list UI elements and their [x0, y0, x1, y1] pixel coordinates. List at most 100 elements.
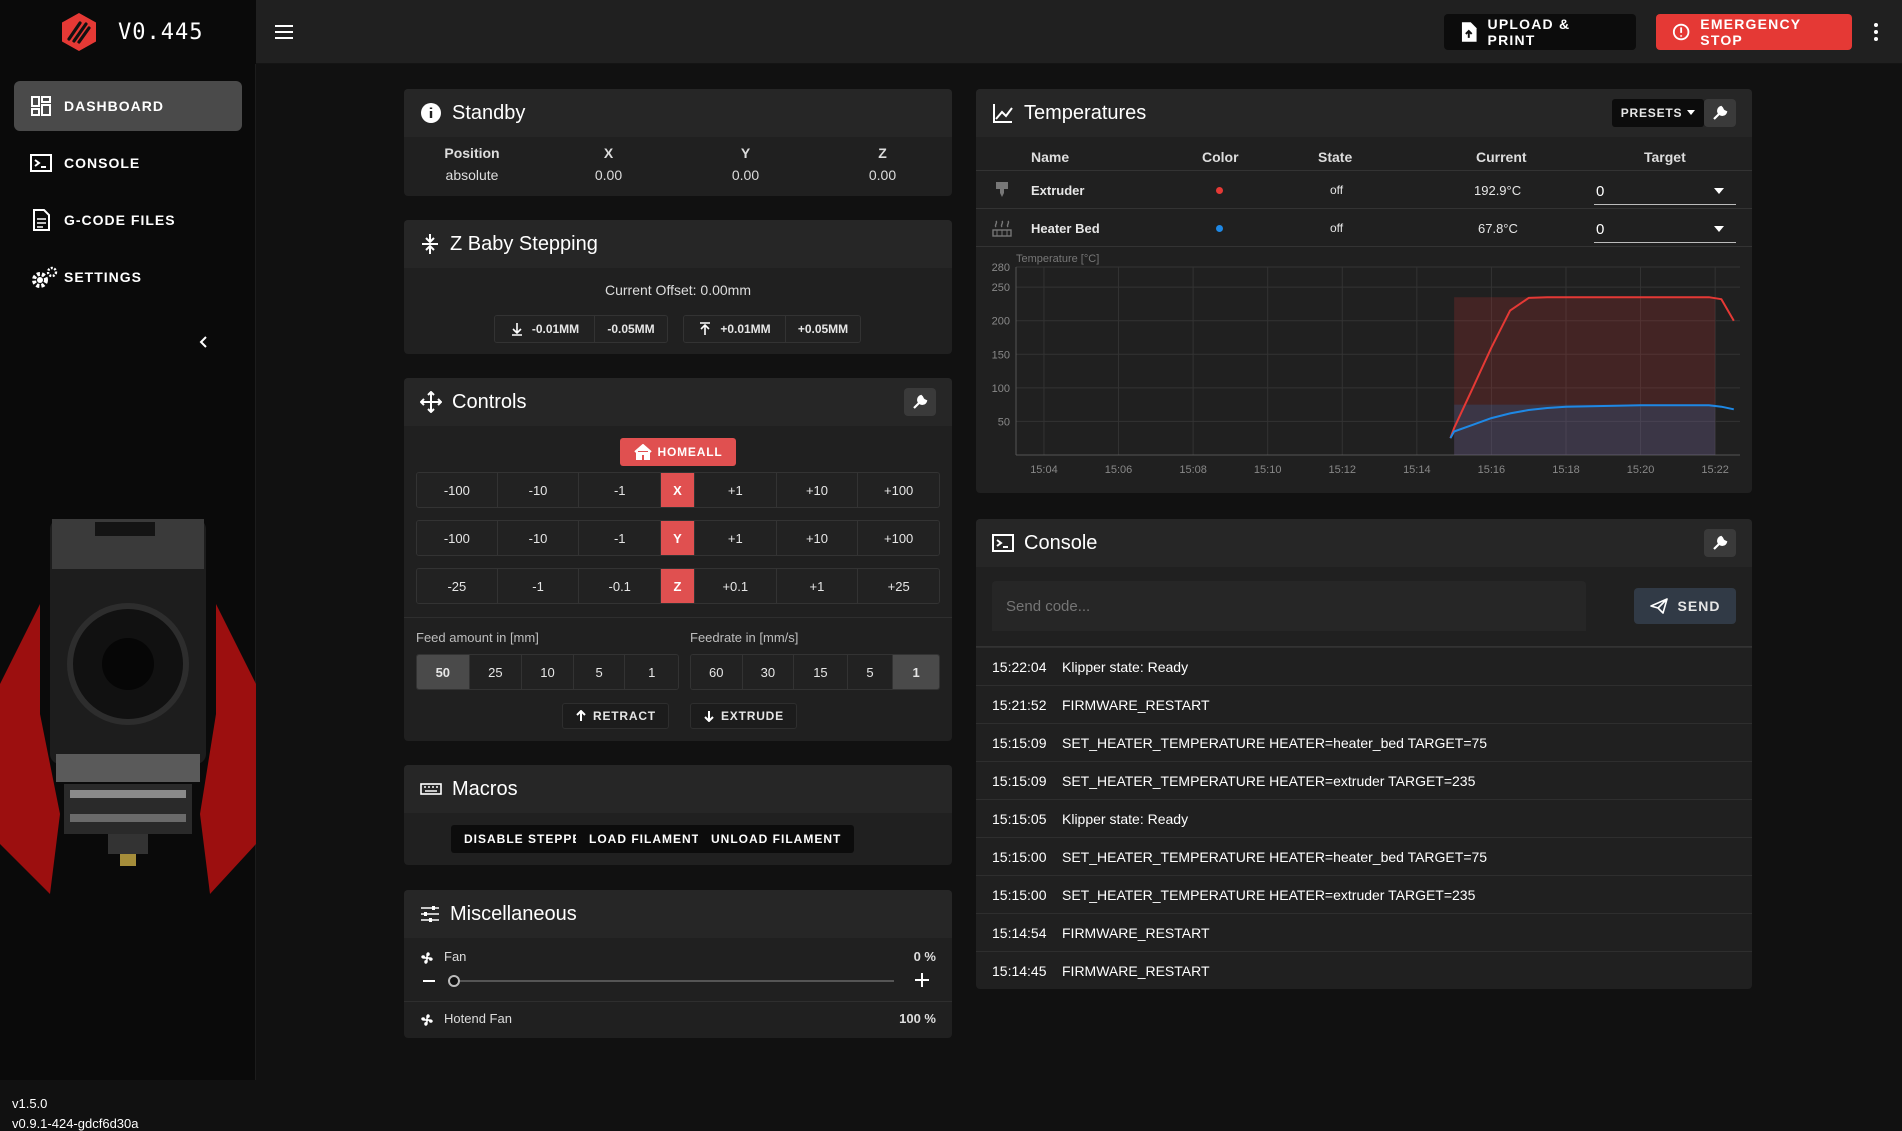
console-message[interactable]: FIRMWARE_RESTART	[1062, 697, 1210, 713]
x-minus-1-button[interactable]: -1	[579, 473, 662, 507]
feed-50-button[interactable]: 50	[417, 655, 470, 689]
fan-slider-thumb[interactable]	[448, 975, 460, 987]
z-plus-1-button[interactable]: +1	[776, 569, 859, 603]
rate-60-button[interactable]: 60	[691, 655, 743, 689]
console-message[interactable]: SET_HEATER_TEMPERATURE HEATER=extruder T…	[1062, 887, 1475, 903]
console-entry: 15:21:52 FIRMWARE_RESTART	[976, 685, 1752, 723]
chart-x-tick-label: 15:16	[1478, 464, 1506, 476]
send-code-input[interactable]	[992, 581, 1586, 631]
rate-30-button[interactable]: 30	[742, 655, 795, 689]
console-message[interactable]: FIRMWARE_RESTART	[1062, 925, 1210, 941]
divider	[404, 617, 952, 618]
home-z-button[interactable]: Z	[661, 569, 695, 603]
y-plus-10-button[interactable]: +10	[776, 521, 859, 555]
temperature-chart[interactable]: Temperature [°C] 50 100 150 200 250 280 15:04 15…	[976, 251, 1752, 487]
send-code-field[interactable]	[992, 581, 1586, 631]
feed-25-button[interactable]: 25	[469, 655, 523, 689]
temperatures-settings-button[interactable]	[1704, 99, 1736, 127]
x-minus-100-button[interactable]: -100	[417, 473, 498, 507]
babystep-down-small-button[interactable]: -0.01MM	[495, 316, 595, 342]
sidebar-item-gcode-files[interactable]: G-CODE FILES	[14, 195, 242, 245]
voron-logo-icon[interactable]	[60, 12, 98, 52]
minus-icon[interactable]	[422, 974, 436, 988]
chart-x-tick-label: 15:14	[1403, 464, 1431, 476]
plus-icon[interactable]	[914, 972, 930, 988]
console-message[interactable]: FIRMWARE_RESTART	[1062, 963, 1210, 979]
upload-print-button[interactable]: UPLOAD & PRINT	[1444, 14, 1636, 50]
z-plus-0.1-button[interactable]: +0.1	[694, 569, 777, 603]
home-y-button[interactable]: Y	[661, 521, 695, 555]
extruder-target-select[interactable]: 0	[1594, 175, 1736, 205]
console-time: 15:14:45	[992, 962, 1047, 979]
sidebar-item-settings[interactable]: SETTINGS	[14, 252, 242, 302]
extrude-button[interactable]: EXTRUDE	[690, 703, 797, 729]
name-column-header: Name	[1031, 149, 1070, 165]
chart-y-tick-label: 150	[992, 349, 1010, 361]
fan-value: 0 %	[913, 949, 936, 964]
top-app-bar: V0.445 UPLOAD & PRINT EMERGENCY STOP	[0, 0, 1902, 64]
bed-target-select[interactable]: 0	[1594, 213, 1736, 243]
sidebar-item-console[interactable]: CONSOLE	[14, 138, 242, 188]
position-mode: absolute	[445, 167, 499, 183]
babystep-up-small-button[interactable]: +0.01MM	[684, 316, 786, 342]
z-minus-25-button[interactable]: -25	[417, 569, 498, 603]
console-message[interactable]: SET_HEATER_TEMPERATURE HEATER=extruder T…	[1062, 773, 1475, 789]
console-message[interactable]: Klipper state: Ready	[1062, 659, 1188, 675]
chevron-left-icon[interactable]	[197, 335, 211, 349]
y-plus-1-button[interactable]: +1	[694, 521, 777, 555]
rate-1-button[interactable]: 1	[893, 655, 939, 689]
z-minus-0.1-button[interactable]: -0.1	[579, 569, 662, 603]
heater-color-dot[interactable]	[1216, 225, 1223, 232]
divider	[976, 246, 1752, 247]
sidebar-item-label: SETTINGS	[64, 269, 143, 285]
feed-10-button[interactable]: 10	[522, 655, 574, 689]
x-minus-10-button[interactable]: -10	[497, 473, 580, 507]
console-message[interactable]: SET_HEATER_TEMPERATURE HEATER=heater_bed…	[1062, 735, 1487, 751]
console-message[interactable]: Klipper state: Ready	[1062, 811, 1188, 827]
heater-row-extruder: Extruder off 192.9°C 0	[976, 170, 1752, 208]
sidebar-item-dashboard[interactable]: DASHBOARD	[14, 81, 242, 131]
rate-15-button[interactable]: 15	[794, 655, 848, 689]
emergency-stop-button[interactable]: EMERGENCY STOP	[1656, 14, 1852, 50]
rate-5-button[interactable]: 5	[847, 655, 894, 689]
x-plus-10-button[interactable]: +10	[776, 473, 859, 507]
x-plus-1-button[interactable]: +1	[694, 473, 777, 507]
y-minus-10-button[interactable]: -10	[497, 521, 580, 555]
console-settings-button[interactable]	[1704, 529, 1736, 557]
x-plus-100-button[interactable]: +100	[858, 473, 939, 507]
sidebar-item-label: G-CODE FILES	[64, 212, 176, 228]
console-time: 15:14:54	[992, 924, 1047, 941]
console-message[interactable]: SET_HEATER_TEMPERATURE HEATER=heater_bed…	[1062, 849, 1487, 865]
send-button[interactable]: SEND	[1634, 588, 1736, 624]
y-minus-100-button[interactable]: -100	[417, 521, 498, 555]
macros-title: Macros	[452, 777, 518, 800]
z-minus-1-button[interactable]: -1	[497, 569, 580, 603]
load-filament-button[interactable]: LOAD FILAMENT	[576, 825, 713, 853]
more-vertical-icon[interactable]	[1870, 20, 1882, 44]
arrow-collapse-vertical-icon	[422, 234, 438, 254]
z-plus-25-button[interactable]: +25	[858, 569, 939, 603]
retract-button[interactable]: RETRACT	[562, 703, 669, 729]
babystep-down-large-button[interactable]: -0.05MM	[595, 316, 667, 342]
standby-panel: Standby Position X Y Z absolute 0.00 0.0…	[404, 89, 952, 196]
heater-state: off	[1330, 183, 1344, 197]
menu-icon[interactable]	[272, 20, 296, 44]
y-plus-100-button[interactable]: +100	[858, 521, 939, 555]
controls-settings-button[interactable]	[904, 388, 936, 416]
fan-slider[interactable]	[448, 975, 894, 987]
gear-icon	[32, 266, 58, 288]
z-babystep-panel: Z Baby Stepping Current Offset: 0.00mm -…	[404, 220, 952, 354]
feed-5-button[interactable]: 5	[573, 655, 626, 689]
sidebar-item-label: CONSOLE	[64, 155, 141, 171]
z-value: 0.00	[868, 167, 897, 183]
home-x-button[interactable]: X	[661, 473, 695, 507]
y-minus-1-button[interactable]: -1	[579, 521, 662, 555]
babystep-up-large-button[interactable]: +0.05MM	[786, 316, 860, 342]
feed-1-button[interactable]: 1	[625, 655, 678, 689]
console-entry: 15:15:09 SET_HEATER_TEMPERATURE HEATER=he…	[976, 723, 1752, 761]
heater-color-dot[interactable]	[1216, 187, 1223, 194]
presets-button[interactable]: PRESETS	[1612, 99, 1704, 127]
file-icon	[33, 209, 50, 231]
unload-filament-button[interactable]: UNLOAD FILAMENT	[698, 825, 855, 853]
home-all-button[interactable]: HOMEALL	[620, 438, 736, 466]
